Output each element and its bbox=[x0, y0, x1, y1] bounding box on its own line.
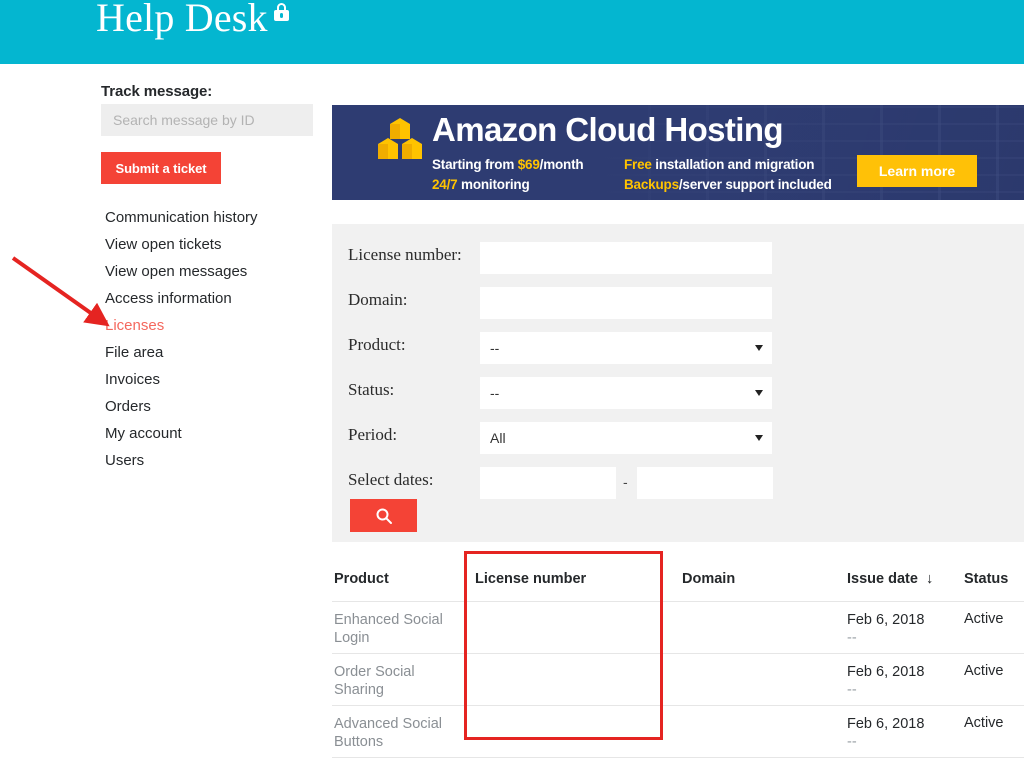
domain-label: Domain: bbox=[348, 290, 408, 309]
filter-row-status: Status: -- bbox=[332, 377, 1024, 409]
sidebar-item-view-open-messages[interactable]: View open messages bbox=[0, 258, 330, 285]
banner-price-suffix: /month bbox=[539, 157, 584, 172]
sidebar-item-file-area[interactable]: File area bbox=[0, 339, 330, 366]
cell-issue-date-value: Feb 6, 2018 bbox=[847, 664, 925, 680]
banner-backups-rest: /server support included bbox=[678, 177, 832, 192]
period-select[interactable]: All bbox=[480, 422, 772, 454]
search-filters-button[interactable] bbox=[350, 499, 417, 532]
banner-price-value: $69 bbox=[517, 157, 540, 172]
sidebar-item-invoices[interactable]: Invoices bbox=[0, 366, 330, 393]
cell-product: Advanced Social Buttons bbox=[334, 716, 443, 750]
banner-monitoring-accent: 24/7 bbox=[432, 177, 458, 192]
brand-title: Help Desk bbox=[96, 0, 268, 40]
sidebar-item-my-account[interactable]: My account bbox=[0, 420, 330, 447]
cell-issue-date-sub: -- bbox=[847, 682, 857, 698]
promo-banner[interactable]: Amazon Cloud Hosting Starting from $69/m… bbox=[332, 105, 1024, 200]
table-row[interactable]: Advanced Social Buttons Feb 6, 2018 -- Ac… bbox=[332, 706, 1024, 758]
license-number-label: License number: bbox=[348, 245, 462, 264]
magnifier-icon bbox=[376, 508, 392, 524]
domain-input[interactable] bbox=[480, 287, 772, 319]
product-select-value: -- bbox=[490, 340, 500, 356]
cell-issue-date-value: Feb 6, 2018 bbox=[847, 612, 925, 628]
filter-row-domain: Domain: bbox=[332, 287, 1024, 319]
date-range-separator: - bbox=[623, 474, 628, 490]
select-dates-label: Select dates: bbox=[348, 470, 434, 489]
chevron-down-icon bbox=[755, 345, 763, 351]
cell-issue-date: Feb 6, 2018 -- bbox=[847, 715, 924, 751]
column-header-issue-date[interactable]: Issue date ↓ bbox=[847, 571, 933, 587]
period-label: Period: bbox=[348, 425, 398, 444]
banner-install-rest: installation and migration bbox=[651, 157, 815, 172]
sidebar: Track message: Submit a ticket Communica… bbox=[0, 64, 330, 747]
brand-logo: Help Desk bbox=[96, 0, 289, 41]
table-header-row: Product License number Domain Issue date… bbox=[332, 556, 1024, 602]
track-message-label: Track message: bbox=[101, 83, 213, 100]
submit-ticket-button[interactable]: Submit a ticket bbox=[101, 152, 221, 184]
banner-line-install: Free installation and migration bbox=[624, 157, 815, 172]
cell-issue-date-value: Feb 6, 2018 bbox=[847, 716, 925, 732]
banner-line-price: Starting from $69/month bbox=[432, 157, 584, 172]
sidebar-item-access-information[interactable]: Access information bbox=[0, 285, 330, 312]
search-input[interactable] bbox=[101, 104, 313, 136]
chevron-down-icon bbox=[755, 435, 763, 441]
aws-cubes-icon bbox=[377, 118, 423, 162]
banner-line-monitoring: 24/7 monitoring bbox=[432, 177, 530, 192]
status-select[interactable]: -- bbox=[480, 377, 772, 409]
sidebar-item-communication-history[interactable]: Communication history bbox=[0, 204, 330, 231]
filter-row-license-number: License number: bbox=[332, 242, 1024, 274]
cell-issue-date: Feb 6, 2018 -- bbox=[847, 663, 924, 699]
column-header-status[interactable]: Status bbox=[964, 571, 1008, 587]
sidebar-item-orders[interactable]: Orders bbox=[0, 393, 330, 420]
sidebar-item-users[interactable]: Users bbox=[0, 447, 330, 474]
banner-install-accent: Free bbox=[624, 157, 652, 172]
column-header-license-number[interactable]: License number bbox=[475, 571, 586, 587]
cell-status: Active bbox=[964, 715, 1004, 731]
period-select-value: All bbox=[490, 430, 506, 446]
sort-descending-icon: ↓ bbox=[925, 571, 934, 587]
main-content: Amazon Cloud Hosting Starting from $69/m… bbox=[330, 64, 1024, 758]
learn-more-button[interactable]: Learn more bbox=[857, 155, 977, 187]
cell-issue-date-sub: -- bbox=[847, 734, 857, 750]
date-to-input[interactable] bbox=[637, 467, 773, 499]
column-header-product[interactable]: Product bbox=[334, 571, 389, 587]
sidebar-item-view-open-tickets[interactable]: View open tickets bbox=[0, 231, 330, 258]
banner-line-backups: Backups/server support included bbox=[624, 177, 832, 192]
chevron-down-icon bbox=[755, 390, 763, 396]
banner-price-prefix: Starting from bbox=[432, 157, 518, 172]
cell-product: Enhanced Social Login bbox=[334, 612, 443, 646]
lock-icon bbox=[273, 3, 289, 21]
status-label: Status: bbox=[348, 380, 395, 399]
filter-row-product: Product: -- bbox=[332, 332, 1024, 364]
date-from-input[interactable] bbox=[480, 467, 616, 499]
table-row[interactable]: Enhanced Social Login Feb 6, 2018 -- Acti… bbox=[332, 602, 1024, 654]
product-label: Product: bbox=[348, 335, 406, 354]
license-number-input[interactable] bbox=[480, 242, 772, 274]
column-header-issue-date-label: Issue date bbox=[847, 571, 918, 587]
cell-product: Order Social Sharing bbox=[334, 664, 415, 698]
license-filter-panel: License number: Domain: Product: -- Stat… bbox=[332, 224, 1024, 542]
status-select-value: -- bbox=[490, 385, 500, 401]
cell-status: Active bbox=[964, 663, 1004, 679]
cell-issue-date-sub: -- bbox=[847, 630, 857, 646]
product-select[interactable]: -- bbox=[480, 332, 772, 364]
banner-backups-accent: Backups bbox=[624, 177, 679, 192]
cell-issue-date: Feb 6, 2018 -- bbox=[847, 611, 924, 647]
banner-title: Amazon Cloud Hosting bbox=[432, 111, 784, 148]
column-header-domain[interactable]: Domain bbox=[682, 571, 735, 587]
sidebar-item-licenses[interactable]: Licenses bbox=[0, 312, 330, 339]
banner-monitoring-rest: monitoring bbox=[457, 177, 530, 192]
filter-row-dates: Select dates: - bbox=[332, 467, 1024, 499]
filter-row-period: Period: All bbox=[332, 422, 1024, 454]
app-header: Help Desk bbox=[0, 0, 1024, 64]
table-row[interactable]: Order Social Sharing Feb 6, 2018 -- Activ… bbox=[332, 654, 1024, 706]
sidebar-nav: Communication history View open tickets … bbox=[0, 204, 330, 474]
cell-status: Active bbox=[964, 611, 1004, 627]
